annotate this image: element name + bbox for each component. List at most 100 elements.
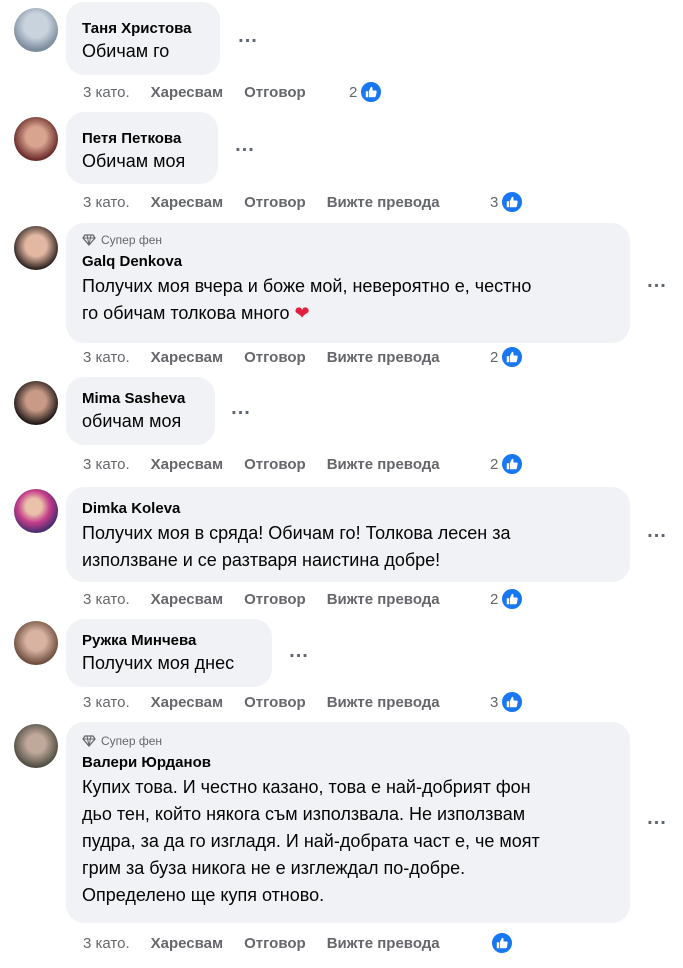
see-translation-button[interactable]: Вижте превода [327, 935, 440, 952]
comment-actions: 3 като. Харесвам Отговор [83, 80, 327, 104]
reaction-count: 2 [490, 348, 499, 366]
diamond-icon [82, 735, 96, 747]
see-translation-button[interactable]: Вижте превода [327, 591, 440, 608]
see-translation-button[interactable]: Вижте превода [327, 194, 440, 211]
more-options-icon[interactable]: ... [645, 808, 669, 836]
diamond-icon [82, 234, 96, 246]
super-fan-label: Супер фен [101, 734, 163, 748]
comment-bubble: Mima Sasheva обичам моя [66, 377, 215, 445]
comment-time[interactable]: 3 като. [83, 349, 130, 366]
comment-author[interactable]: Петя Петкова [82, 129, 202, 148]
comment-text-line: Получих моя в сряда! Обичам го! Толкова … [82, 523, 511, 543]
comment-bubble: Dimka Koleva Получих моя в сряда! Обичам… [66, 487, 630, 582]
reply-button[interactable]: Отговор [244, 935, 306, 952]
like-icon [500, 345, 525, 369]
see-translation-button[interactable]: Вижте превода [327, 694, 440, 711]
comment-text-line: Определено ще купя отново. [82, 885, 325, 905]
avatar[interactable] [14, 724, 58, 768]
reaction-summary[interactable]: 3 [490, 689, 525, 715]
like-icon [359, 80, 384, 104]
comment-author[interactable]: Валери Юрданов [82, 753, 614, 772]
reply-button[interactable]: Отговор [244, 456, 306, 473]
more-options-icon[interactable]: ... [645, 271, 669, 299]
comment-text-line: дьо тен, който някога съм използвала. Не… [82, 804, 526, 824]
more-options-icon[interactable]: ... [287, 641, 311, 669]
reaction-count: 3 [490, 693, 499, 711]
like-button[interactable]: Харесвам [151, 194, 223, 211]
comment-time[interactable]: 3 като. [83, 694, 130, 711]
comment-author[interactable]: Dimka Koleva [82, 499, 614, 518]
like-icon [500, 690, 525, 714]
comment-author[interactable]: Galq Denkova [82, 252, 614, 271]
reply-button[interactable]: Отговор [244, 84, 306, 101]
reaction-summary[interactable]: 2 [490, 586, 525, 612]
more-options-icon[interactable]: ... [233, 135, 257, 163]
comment-author[interactable]: Mima Sasheva [82, 389, 199, 408]
reply-button[interactable]: Отговор [244, 591, 306, 608]
reaction-count: 2 [349, 83, 358, 101]
avatar[interactable] [14, 226, 58, 270]
comment-text-line: използване и се разтваря наистина добре! [82, 550, 441, 570]
like-button[interactable]: Харесвам [151, 349, 223, 366]
reaction-summary[interactable]: 3 [490, 189, 525, 215]
avatar[interactable] [14, 381, 58, 425]
reply-button[interactable]: Отговор [244, 194, 306, 211]
comment-bubble: Супер фен Galq Denkova Получих моя вчера… [66, 223, 630, 343]
super-fan-badge: Супер фен [82, 734, 614, 748]
avatar[interactable] [14, 489, 58, 533]
comment-actions: 3 като. Харесвам Отговор Вижте превода [83, 345, 461, 369]
comment-text-line: Получих моя вчера и боже мой, невероятно… [82, 276, 532, 296]
reaction-summary[interactable] [488, 930, 514, 956]
see-translation-button[interactable]: Вижте превода [327, 349, 440, 366]
super-fan-label: Супер фен [101, 233, 163, 247]
comment-time[interactable]: 3 като. [83, 456, 130, 473]
avatar[interactable] [14, 621, 58, 665]
reply-button[interactable]: Отговор [244, 694, 306, 711]
comment-text-line: Купих това. И честно казано, това е най-… [82, 777, 531, 797]
comment-time[interactable]: 3 като. [83, 935, 130, 952]
comment-bubble: Супер фен Валери Юрданов Купих това. И ч… [66, 722, 630, 923]
avatar[interactable] [14, 8, 58, 52]
comment-bubble: Петя Петкова Обичам моя [66, 112, 218, 184]
reaction-count: 3 [490, 193, 499, 211]
reaction-count: 2 [490, 455, 499, 473]
reaction-summary[interactable]: 2 [490, 451, 525, 477]
comment-text-line: пудра, за да го изгладя. И най-добрата ч… [82, 831, 540, 851]
comment-actions: 3 като. Харесвам Отговор Вижте превода [83, 452, 461, 476]
more-options-icon[interactable]: ... [645, 521, 669, 549]
like-button[interactable]: Харесвам [151, 84, 223, 101]
comment-time[interactable]: 3 като. [83, 591, 130, 608]
comment-text: Получих моя днес [82, 653, 235, 673]
like-icon [490, 931, 514, 955]
comment-actions: 3 като. Харесвам Отговор Вижте превода [83, 587, 461, 611]
comment-text: Обичам моя [82, 151, 186, 171]
comment-text-line: грим за буза никога не е изглеждал по-до… [82, 858, 466, 878]
like-button[interactable]: Харесвам [151, 935, 223, 952]
comment-text-line: го обичам толкова много ❤ [82, 300, 614, 327]
reply-button[interactable]: Отговор [244, 349, 306, 366]
comment-text: Получих моя в сряда! Обичам го! Толкова … [82, 520, 614, 574]
comment-time[interactable]: 3 като. [83, 84, 130, 101]
like-icon [500, 190, 525, 214]
comment-author[interactable]: Ружка Минчева [82, 631, 256, 650]
see-translation-button[interactable]: Вижте превода [327, 456, 440, 473]
more-options-icon[interactable]: ... [229, 398, 253, 426]
comment-text-fragment: го обичам толкова много [82, 303, 290, 323]
reaction-count: 2 [490, 590, 499, 608]
comment-text: Получих моя вчера и боже мой, невероятно… [82, 273, 614, 327]
like-icon [500, 587, 525, 611]
comment-text: обичам моя [82, 411, 182, 431]
comment-actions: 3 като. Харесвам Отговор Вижте превода [83, 690, 461, 714]
comment-actions: 3 като. Харесвам Отговор Вижте превода [83, 931, 461, 955]
like-button[interactable]: Харесвам [151, 456, 223, 473]
comment-time[interactable]: 3 като. [83, 194, 130, 211]
like-button[interactable]: Харесвам [151, 694, 223, 711]
comment-bubble: Таня Христова Обичам го [66, 2, 220, 75]
reaction-summary[interactable]: 2 [490, 344, 525, 370]
super-fan-badge: Супер фен [82, 233, 614, 247]
more-options-icon[interactable]: ... [236, 26, 260, 54]
avatar[interactable] [14, 117, 58, 161]
comment-author[interactable]: Таня Христова [82, 19, 204, 38]
reaction-summary[interactable]: 2 [349, 79, 384, 105]
like-button[interactable]: Харесвам [151, 591, 223, 608]
